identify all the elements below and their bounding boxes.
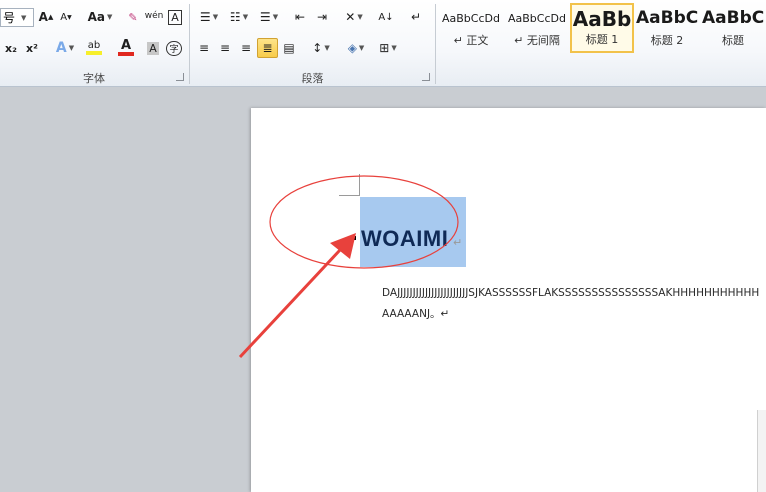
paragraph-group: ☰ ▼ ☷ ▼ ☰ ▼ ⇤ ⇥ ✕ ▼ A↓ ↵ ≡ ≡ ≡ ≣ ▤ ↕ ▼ ◈ ▼ ⊞ ▼ …	[190, 0, 435, 86]
bullets-icon[interactable]: ☰ ▼	[196, 7, 222, 27]
ribbon: 号 ▼ A ▲ A ▼ Aa ▼ ✎ wén A x₂ x² A ▼ ab A …	[0, 0, 766, 87]
style-title[interactable]: AaBbC 标题	[701, 3, 765, 53]
distributed-icon[interactable]: ▤	[279, 38, 299, 58]
increase-indent-icon[interactable]: ⇥	[312, 7, 332, 27]
scrollbar-strip[interactable]	[757, 410, 766, 492]
enclose-char-button[interactable]: 字	[165, 38, 183, 58]
highlight-button[interactable]: ab	[80, 38, 108, 58]
styles-gallery: AaBbCcDd ↵ 正文 AaBbCcDd ↵ 无间隔 AaBb 标题 1 A…	[437, 0, 766, 70]
show-marks-button[interactable]: ↵	[406, 7, 426, 27]
font-group-label: 字体	[83, 72, 105, 85]
align-right-icon[interactable]: ≡	[236, 38, 256, 58]
numbering-icon[interactable]: ☷ ▼	[226, 7, 252, 27]
grow-font-button[interactable]: A ▲	[38, 7, 54, 27]
chevron-down-icon: ▼	[21, 13, 27, 22]
sort-button[interactable]: A↓	[376, 7, 396, 27]
chinese-layout-icon[interactable]: ✕ ▼	[340, 7, 368, 27]
font-group: 号 ▼ A ▲ A ▼ Aa ▼ ✎ wén A x₂ x² A ▼ ab A …	[0, 0, 188, 86]
multilevel-list-icon[interactable]: ☰ ▼	[256, 7, 282, 27]
body-text-line[interactable]: AAAAANJ。↵	[382, 306, 449, 321]
font-dialog-launcher-icon[interactable]	[176, 73, 184, 81]
borders-icon[interactable]: ⊞ ▼	[374, 38, 402, 58]
paragraph-dialog-launcher-icon[interactable]	[422, 73, 430, 81]
text-effects-button[interactable]: A ▼	[52, 38, 78, 58]
font-color-button[interactable]: A	[112, 38, 140, 58]
paragraph-group-label: 段落	[301, 72, 324, 85]
superscript-button[interactable]: x²	[23, 38, 41, 58]
body-text-line[interactable]: DAJJJJJJJJJJJJJJJJJJJJJJJSJKASSSSSSFLAKS…	[382, 287, 759, 299]
style-heading-1[interactable]: AaBb 标题 1	[570, 3, 634, 53]
style-normal[interactable]: AaBbCcDd ↵ 正文	[439, 3, 503, 53]
line-spacing-icon[interactable]: ↕ ▼	[308, 38, 334, 58]
style-heading-2[interactable]: AaBbC 标题 2	[635, 3, 699, 53]
paragraph-mark: ↵	[453, 236, 463, 249]
group-divider	[435, 4, 436, 84]
heading-bullet	[352, 236, 356, 240]
change-case-button[interactable]: Aa ▼	[86, 7, 114, 27]
phonetic-guide-button[interactable]: wén	[144, 6, 164, 26]
clear-format-icon[interactable]: ✎	[124, 7, 142, 27]
document-heading[interactable]: WOAIMI	[361, 226, 448, 252]
subscript-button[interactable]: x₂	[2, 38, 20, 58]
shading-icon[interactable]: ◈ ▼	[342, 38, 370, 58]
document-page[interactable]	[251, 108, 766, 492]
shrink-font-button[interactable]: A ▼	[58, 7, 74, 27]
margin-corner-mark	[339, 195, 360, 196]
decrease-indent-icon[interactable]: ⇤	[290, 7, 310, 27]
font-size-box[interactable]: 号 ▼	[0, 8, 34, 27]
char-border-button[interactable]: A	[166, 7, 184, 27]
margin-corner-mark	[359, 174, 360, 195]
style-no-spacing[interactable]: AaBbCcDd ↵ 无间隔	[505, 3, 569, 53]
justify-icon[interactable]: ≣	[257, 38, 278, 58]
align-center-icon[interactable]: ≡	[215, 38, 235, 58]
char-shading-button[interactable]: A	[144, 38, 162, 58]
font-size-value: 号	[3, 11, 16, 25]
align-left-icon[interactable]: ≡	[194, 38, 214, 58]
